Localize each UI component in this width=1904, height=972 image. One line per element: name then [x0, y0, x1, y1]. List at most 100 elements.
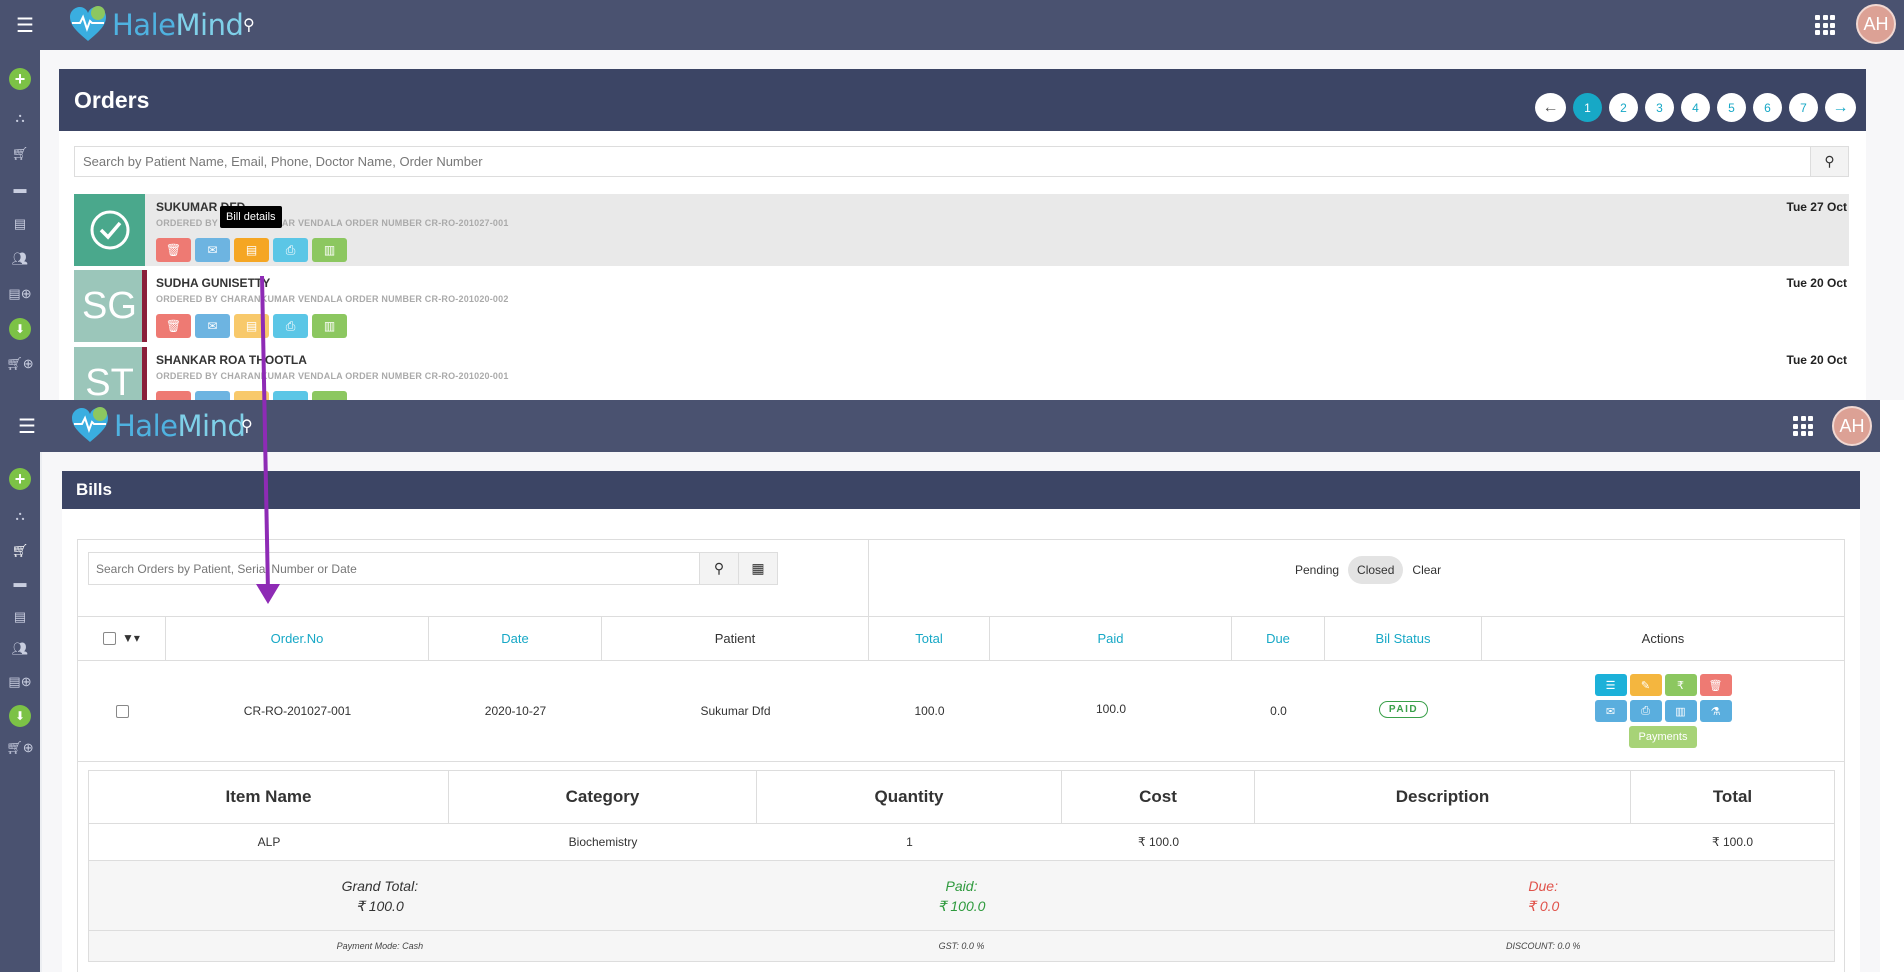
email-button[interactable]: ✉ [195, 238, 230, 262]
hamburger-menu-icon[interactable]: ☰ [16, 13, 34, 38]
col-order-no[interactable]: Order.No [166, 616, 429, 660]
print-button[interactable]: ⎙ [1629, 700, 1662, 722]
col-due[interactable]: Due [1232, 616, 1325, 660]
page-7-button[interactable]: 7 [1789, 93, 1818, 122]
col-patient: Patient [602, 616, 869, 660]
cart-add-icon[interactable]: 🛒︎⊕ [0, 356, 40, 372]
print-button[interactable] [273, 391, 308, 400]
print-button[interactable]: ⎙ [273, 238, 308, 262]
print-button[interactable]: ⎙ [273, 314, 308, 338]
halemind-logo[interactable]: HaleMind [68, 5, 244, 45]
cart-icon[interactable]: 🛒︎ [0, 543, 40, 559]
apps-grid-icon[interactable] [1815, 15, 1835, 35]
document-icon[interactable]: ▤ [0, 216, 40, 232]
cart-add-icon[interactable]: 🛒︎⊕ [0, 740, 40, 756]
col-paid[interactable]: Paid [990, 616, 1232, 660]
bill-details-button[interactable] [234, 391, 269, 400]
col-total[interactable]: Total [869, 616, 990, 660]
print-icon: ⎙ [285, 242, 296, 257]
page-6-button[interactable]: 6 [1753, 93, 1782, 122]
order-thumb-initials: SG [74, 270, 145, 342]
document-icon[interactable]: ▤ [0, 609, 40, 625]
apps-grid-icon[interactable] [1793, 416, 1813, 436]
order-row[interactable]: ST SHANKAR ROA THOOTLA ORDERED BY CHARAN… [74, 347, 1849, 400]
sidebar-add[interactable]: + [0, 68, 40, 90]
report-button[interactable]: ▥ [312, 238, 347, 262]
delete-button[interactable]: 🗑︎ [156, 238, 191, 262]
paid-label: Paid: [945, 877, 978, 894]
lab-button[interactable]: ⚗ [1699, 700, 1732, 722]
due-label: Due: [1528, 877, 1558, 894]
bill-details-button[interactable]: ▤ [234, 314, 269, 338]
brand-mind: Mind [175, 8, 244, 42]
document-add-icon[interactable]: ▤⊕ [0, 286, 40, 302]
page-1-button[interactable]: 1 [1573, 93, 1602, 122]
filter-pending[interactable]: Pending [1286, 556, 1348, 584]
next-page-button[interactable]: → [1825, 93, 1856, 122]
page-4-button[interactable]: 4 [1681, 93, 1710, 122]
filter-closed[interactable]: Closed [1348, 556, 1404, 584]
print-icon: ⎙ [285, 318, 296, 333]
money-icon[interactable]: ▬ [0, 181, 40, 196]
avatar[interactable]: AH [1856, 4, 1896, 44]
col-status[interactable]: Bil Status [1325, 616, 1482, 660]
edit-button[interactable]: ✎ [1629, 674, 1662, 696]
delete-button[interactable] [156, 391, 191, 400]
prev-page-button[interactable]: ← [1535, 93, 1566, 122]
sidebar-download[interactable]: ⬇ [0, 705, 40, 727]
sitemap-icon[interactable]: ⛬ [0, 110, 40, 126]
cart-icon[interactable]: 🛒︎ [0, 146, 40, 162]
item-col-name: Item Name [89, 771, 449, 823]
rupee-button[interactable]: ₹ [1664, 674, 1697, 696]
col-date[interactable]: Date [429, 616, 602, 660]
orders-search-input[interactable] [75, 147, 1810, 176]
date-picker-button[interactable]: ▦ [738, 553, 777, 584]
row-checkbox[interactable] [115, 704, 129, 718]
bills-search-input[interactable] [89, 553, 699, 584]
sidebar-add[interactable]: + [0, 468, 40, 490]
bill-details-button[interactable]: ▤ [234, 238, 269, 262]
search-icon[interactable]: ⚲ [243, 15, 255, 35]
bill-items-table: Item Name Category Quantity Cost Descrip… [88, 770, 1835, 962]
email-button[interactable] [195, 391, 230, 400]
document-add-icon[interactable]: ▤⊕ [0, 674, 40, 690]
item-col-total: Total [1712, 787, 1753, 806]
select-all-checkbox[interactable] [103, 631, 117, 645]
orders-search-button[interactable]: ⚲ [1810, 147, 1848, 176]
filter-dropdown-icon[interactable]: ▼▾ [122, 631, 140, 645]
hamburger-menu-icon[interactable]: ☰ [18, 414, 36, 439]
sitemap-icon[interactable]: ⛬ [0, 508, 40, 524]
list-button[interactable]: ☰ [1594, 674, 1627, 696]
bill-row[interactable]: CR-RO-201027-001 2020-10-27 Sukumar Dfd … [78, 661, 1844, 761]
item-quantity: 1 [906, 835, 913, 849]
halemind-logo[interactable]: HaleMind [70, 406, 246, 446]
heart-logo-icon [70, 6, 106, 41]
filter-clear[interactable]: Clear [1403, 556, 1450, 584]
delete-button[interactable]: 🗑︎ [1699, 674, 1732, 696]
list-icon: ☰ [1605, 679, 1616, 692]
avatar[interactable]: AH [1832, 406, 1872, 446]
sidebar-download[interactable]: ⬇ [0, 318, 40, 340]
delete-button[interactable]: 🗑︎ [156, 314, 191, 338]
page-2-button[interactable]: 2 [1609, 93, 1638, 122]
bills-search-button[interactable]: ⚲ [699, 553, 738, 584]
payments-button[interactable]: Payments [1629, 726, 1697, 748]
page-5-button[interactable]: 5 [1717, 93, 1746, 122]
users-icon[interactable]: 👥︎ [0, 251, 40, 267]
status-badge: PAID [1378, 700, 1429, 718]
report-button[interactable] [312, 391, 347, 400]
money-icon[interactable]: ▬ [0, 575, 40, 590]
email-button[interactable]: ✉ [1594, 700, 1627, 722]
order-row[interactable]: SUKUMAR DFD ORDERED BY CHARANKUMAR VENDA… [74, 194, 1849, 266]
report-button[interactable]: ▥ [312, 314, 347, 338]
email-button[interactable]: ✉ [195, 314, 230, 338]
search-icon[interactable]: ⚲ [241, 416, 253, 436]
users-icon[interactable]: 👥︎ [0, 641, 40, 657]
order-row[interactable]: SG SUDHA GUNISETTY ORDERED BY CHARANKUMA… [74, 270, 1849, 342]
envelope-icon: ✉ [207, 243, 218, 257]
bill-patient: Sukumar Dfd [700, 704, 771, 718]
order-meta: ORDERED BY CHARANKUMAR VENDALA ORDER NUM… [156, 294, 509, 304]
report-button[interactable]: ▥ [1664, 700, 1697, 722]
discount: DISCOUNT: 0.0 % [1506, 941, 1581, 951]
page-3-button[interactable]: 3 [1645, 93, 1674, 122]
